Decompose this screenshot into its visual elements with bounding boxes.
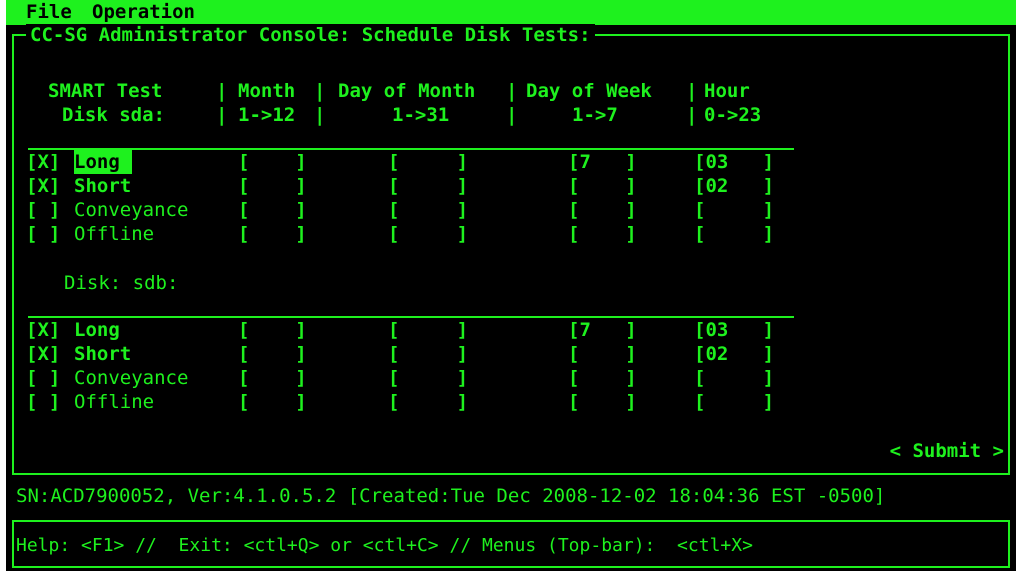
checkbox-conveyance[interactable]: [ ] [26,366,60,390]
test-label-short[interactable]: Short [74,174,131,198]
checkbox-conveyance[interactable]: [ ] [26,198,60,222]
day-of-week-field[interactable]: [ ] [568,198,637,222]
header-sep-2: | [314,80,326,102]
table-row: [ ] Conveyance [ ] [ ] [ ] [ ] [26,198,806,222]
table-row: [X] Long [ ] [ ] [7 ] [03 ] [26,318,806,342]
header-sep-3: | [506,80,518,102]
checkbox-long[interactable]: [X] [26,150,60,174]
header-sep-4: | [686,80,698,102]
day-of-week-field[interactable]: [7 ] [568,318,637,342]
hour-field[interactable]: [ ] [694,390,774,414]
day-of-month-field[interactable]: [ ] [388,174,468,198]
hour-field[interactable]: [02 ] [694,342,774,366]
day-of-month-field[interactable]: [ ] [388,150,468,174]
day-of-week-field[interactable]: [ ] [568,390,637,414]
month-field[interactable]: [ ] [238,198,307,222]
month-field[interactable]: [ ] [238,150,307,174]
menu-operation[interactable]: Operation [92,2,195,23]
header-day-of-month: Day of Month [338,80,476,102]
test-label-conveyance[interactable]: Conveyance [74,198,188,222]
test-label-offline[interactable]: Offline [74,390,154,414]
header-month-range: 1->12 [238,104,296,126]
header-sep-1: | [216,80,228,102]
day-of-week-field[interactable]: [ ] [568,222,637,246]
table-row: [X] Short [ ] [ ] [ ] [02 ] [26,174,806,198]
day-of-month-field[interactable]: [ ] [388,318,468,342]
test-label-long[interactable]: Long [74,318,120,342]
month-field[interactable]: [ ] [238,366,307,390]
month-field[interactable]: [ ] [238,222,307,246]
test-label-long[interactable]: Long [74,150,132,174]
day-of-week-field[interactable]: [7 ] [568,150,637,174]
header-disk-sda: Disk sda: [62,104,165,126]
header-day-of-week: Day of Week [526,80,652,102]
disk-sdb-label: Disk: sdb: [64,272,179,294]
header-smart-test: SMART Test [48,80,163,102]
day-of-month-field[interactable]: [ ] [388,366,468,390]
hour-field[interactable]: [ ] [694,198,774,222]
month-field[interactable]: [ ] [238,342,307,366]
hour-field[interactable]: [03 ] [694,150,774,174]
day-of-month-field[interactable]: [ ] [388,342,468,366]
header-hour: Hour [704,80,750,102]
checkbox-offline[interactable]: [ ] [26,222,60,246]
header-sep-4b: | [686,104,698,126]
checkbox-short[interactable]: [X] [26,342,60,366]
header-sep-1b: | [216,104,228,126]
header-month: Month [238,80,296,102]
hour-field[interactable]: [ ] [694,222,774,246]
month-field[interactable]: [ ] [238,318,307,342]
terminal-screen: File Operation CC-SG Administrator Conso… [6,0,1016,571]
header-sep-3b: | [506,104,518,126]
test-label-offline[interactable]: Offline [74,222,154,246]
day-of-month-field[interactable]: [ ] [388,198,468,222]
table-row: [X] Short [ ] [ ] [ ] [02 ] [26,342,806,366]
day-of-week-field[interactable]: [ ] [568,174,637,198]
month-field[interactable]: [ ] [238,390,307,414]
day-of-week-field[interactable]: [ ] [568,366,637,390]
table-row: [ ] Conveyance [ ] [ ] [ ] [ ] [26,366,806,390]
submit-button[interactable]: < Submit > [890,440,1004,462]
checkbox-short[interactable]: [X] [26,174,60,198]
menu-bar: File Operation [6,0,1016,25]
test-label-short[interactable]: Short [74,342,131,366]
header-sep-2b: | [314,104,326,126]
month-field[interactable]: [ ] [238,174,307,198]
hour-field[interactable]: [03 ] [694,318,774,342]
header-dom-range: 1->31 [392,104,450,126]
hour-field[interactable]: [02 ] [694,174,774,198]
day-of-week-field[interactable]: [ ] [568,342,637,366]
header-dow-range: 1->7 [572,104,618,126]
table-row: [X] Long [ ] [ ] [7 ] [03 ] [26,150,806,174]
table-row: [ ] Offline [ ] [ ] [ ] [ ] [26,222,806,246]
header-hour-range: 0->23 [704,104,762,126]
checkbox-offline[interactable]: [ ] [26,390,60,414]
test-label-conveyance[interactable]: Conveyance [74,366,188,390]
menu-file[interactable]: File [26,2,72,23]
page-title: CC-SG Administrator Console: Schedule Di… [26,24,595,46]
day-of-month-field[interactable]: [ ] [388,222,468,246]
table-row: [ ] Offline [ ] [ ] [ ] [ ] [26,390,806,414]
help-line: Help: <F1> // Exit: <ctl+Q> or <ctl+C> /… [16,535,753,556]
hour-field[interactable]: [ ] [694,366,774,390]
checkbox-long[interactable]: [X] [26,318,60,342]
status-line: SN:ACD7900052, Ver:4.1.0.5.2 [Created:Tu… [16,485,886,507]
day-of-month-field[interactable]: [ ] [388,390,468,414]
